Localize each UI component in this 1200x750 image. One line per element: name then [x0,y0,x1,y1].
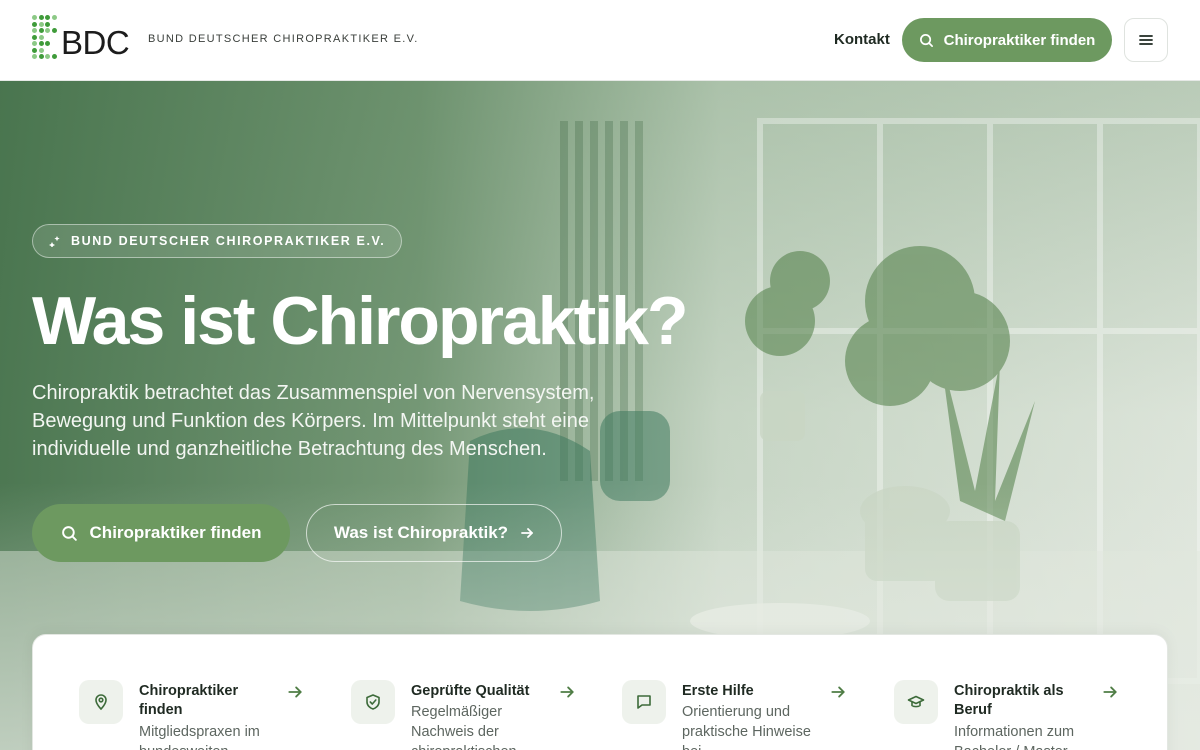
bdc-logo[interactable]: BDC [32,15,130,65]
menu-button[interactable] [1124,18,1168,62]
hamburger-icon [1139,35,1153,45]
hero-lead-text: Chiropraktik betrachtet das Zusammenspie… [32,382,595,460]
chat-bubble-icon [622,680,666,724]
card-career[interactable]: Chiropraktik als Beruf Informationen zum… [894,680,1134,750]
feature-cards-panel: Chiropraktiker finden Mitgliedspraxen im… [32,634,1168,750]
logo-dots-icon [32,15,58,65]
arrow-right-icon [1103,686,1117,698]
hero-badge-label: BUND DEUTSCHER CHIROPRAKTIKER E.V. [71,234,386,248]
find-chiropractor-button[interactable]: Chiropraktiker finden [32,504,290,562]
card-title: Geprüfte Qualität [411,683,530,699]
graduation-cap-icon [894,680,938,724]
arrow-right-icon [521,528,533,538]
map-pin-icon [79,680,123,724]
find-chiropractor-label: Chiropraktiker finden [89,523,262,542]
shield-check-icon [351,680,395,724]
card-first-aid[interactable]: Erste Hilfe Orientierung und praktische … [622,680,862,750]
nav-contact-link[interactable]: Kontakt [834,31,890,48]
card-title: Chiropraktik als Beruf [954,683,1064,718]
org-name: BUND DEUTSCHER CHIROPRAKTIKER E.V. [148,33,419,45]
logo-text: BDC [61,24,130,61]
arrow-right-icon [560,686,574,698]
what-is-chiropractic-label: Was ist Chiropraktik? [333,523,509,542]
header-find-chiropractor-button[interactable]: Chiropraktiker finden [902,18,1112,62]
hero-title: Was ist Chiropraktik? [32,283,689,359]
card-description: Regelmäßiger Nachweis der chiropraktisch… [411,704,517,750]
hero-badge: BUND DEUTSCHER CHIROPRAKTIKER E.V. [32,224,403,258]
arrow-right-icon [831,686,845,698]
sparkle-icon [49,236,60,247]
what-is-chiropractic-button[interactable]: Was ist Chiropraktik? [306,504,562,562]
arrow-right-icon [288,686,302,698]
header-cta-label: Chiropraktiker finden [943,31,1096,49]
card-quality[interactable]: Geprüfte Qualität Regelmäßiger Nachweis … [351,680,591,750]
card-description: Orientierung und praktische Hinweise bei [682,704,811,750]
card-find-chiropractor[interactable]: Chiropraktiker finden Mitgliedspraxen im… [79,680,319,750]
card-description: Mitgliedspraxen im bundesweiten [139,724,260,750]
search-icon [919,33,933,47]
card-description: Informationen zum Bachelor / Master [954,724,1075,750]
card-title: Chiropraktiker finden [139,683,239,718]
search-icon [61,525,77,541]
card-title: Erste Hilfe [682,683,754,699]
site-header: BDC BUND DEUTSCHER CHIROPRAKTIKER E.V. K… [0,0,1200,81]
